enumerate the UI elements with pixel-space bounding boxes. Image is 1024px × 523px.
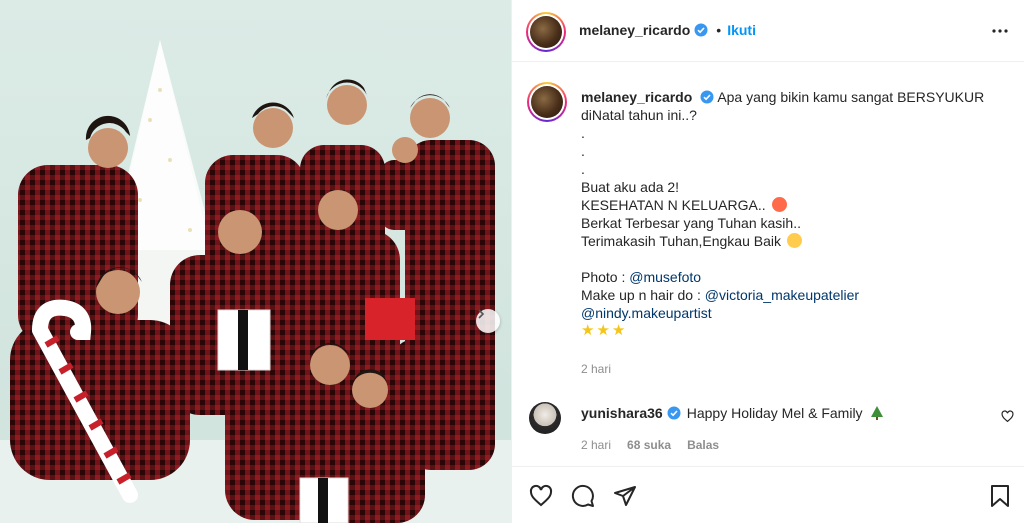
commenter-avatar[interactable] xyxy=(529,402,561,434)
caption-author-avatar[interactable] xyxy=(527,82,567,122)
makeup-credit-link[interactable]: @victoria_makeupatelier xyxy=(705,287,859,303)
comment-meta: 2 hari 68 suka Balas xyxy=(581,438,719,452)
caption-line: Terimakasih Tuhan,Engkau Baik xyxy=(581,233,781,249)
caption-line: diNatal tahun ini..? xyxy=(581,107,697,123)
verified-badge-icon xyxy=(694,23,708,37)
heart-icon[interactable] xyxy=(1001,410,1014,423)
caption-line: KESEHATAN N KELUARGA.. xyxy=(581,197,766,213)
star-emojis: ★★★ xyxy=(581,322,628,339)
caption-timestamp[interactable]: 2 hari xyxy=(581,362,611,376)
post-image[interactable] xyxy=(0,0,511,523)
next-arrow-icon xyxy=(478,309,485,319)
save-icon[interactable] xyxy=(989,484,1011,508)
caption-line: Photo : xyxy=(581,269,630,285)
separator-dot: • xyxy=(716,22,722,38)
caption-line xyxy=(581,250,1001,268)
follow-button[interactable]: Ikuti xyxy=(727,22,756,38)
verified-badge-icon xyxy=(700,90,714,104)
family-photo-illustration xyxy=(0,0,511,523)
caption-line: Apa yang bikin kamu sangat BERSYUKUR xyxy=(717,89,985,105)
caption-line: . xyxy=(581,161,585,177)
caption-line: Buat aku ada 2! xyxy=(581,179,680,195)
author-username[interactable]: melaney_ricardo xyxy=(579,22,690,38)
post-header: melaney_ricardo • Ikuti xyxy=(512,0,1024,62)
comment-time: 2 hari xyxy=(581,438,612,452)
caption-line: Berkat Terbesar yang Tuhan kasih.. xyxy=(581,215,801,231)
caption-username[interactable]: melaney_ricardo xyxy=(581,89,692,105)
next-image-button[interactable] xyxy=(476,309,500,333)
comment-likes[interactable]: 68 suka xyxy=(627,438,671,452)
post-caption: melaney_ricardo Apa yang bikin kamu sang… xyxy=(581,88,1001,340)
photo-credit-link[interactable]: @musefoto xyxy=(629,269,701,285)
comment-icon[interactable] xyxy=(571,484,595,508)
header-username-row: melaney_ricardo • Ikuti xyxy=(579,22,756,38)
emoji-icon xyxy=(771,197,787,212)
makeup-artist-link[interactable]: @nindy.makeupartist xyxy=(581,304,1001,322)
christmas-tree-icon xyxy=(870,406,883,420)
share-icon[interactable] xyxy=(613,484,637,508)
comment: yunishara36 Happy Holiday Mel & Family xyxy=(581,404,883,422)
comment-text: Happy Holiday Mel & Family xyxy=(686,405,863,421)
caption-line: Make up n hair do : xyxy=(581,287,705,303)
caption-line: . xyxy=(581,125,585,141)
author-avatar[interactable] xyxy=(526,12,566,52)
more-options-icon[interactable] xyxy=(991,22,1009,40)
caption-line: . xyxy=(581,143,585,159)
post-actions-bar xyxy=(512,466,1024,523)
post-side-panel: melaney_ricardo • Ikuti melaney_ricardo … xyxy=(511,0,1024,523)
emoji-icon xyxy=(786,233,802,248)
verified-badge-icon xyxy=(667,406,681,420)
like-heart-icon[interactable] xyxy=(529,484,553,508)
reply-button[interactable]: Balas xyxy=(687,438,719,452)
commenter-username[interactable]: yunishara36 xyxy=(581,404,663,422)
